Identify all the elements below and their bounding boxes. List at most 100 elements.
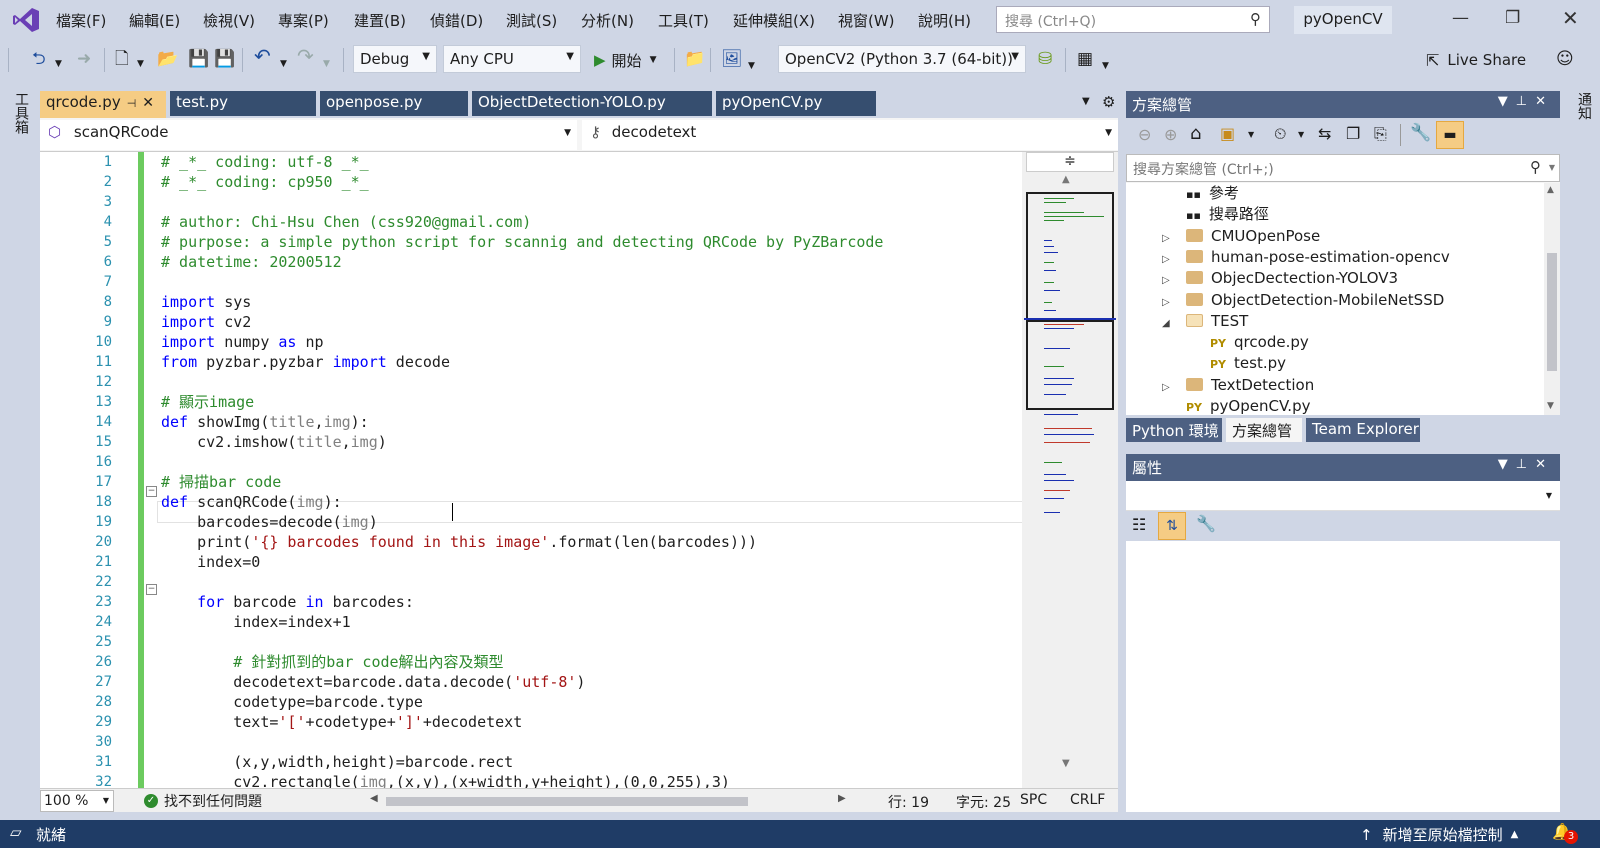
feedback-icon[interactable]: ☺ [1556,49,1574,69]
notifications-button[interactable]: 🔔 3 [1552,822,1578,844]
menu-view[interactable]: 檢視(V) [203,10,255,31]
pin-icon[interactable]: ⊣ [127,97,137,110]
toolbar-overflow-icon[interactable]: ▼ [1102,56,1109,76]
tab-team-explorer[interactable]: Team Explorer [1306,418,1420,442]
solution-search-input[interactable]: 搜尋方案總管 (Ctrl+;) ⚲ ▼ [1126,154,1560,182]
redo-dropdown-icon[interactable]: ▼ [323,54,330,74]
tab-pyopencv[interactable]: pyOpenCV.py [716,91,876,116]
save-all-icon[interactable]: 💾 [214,49,235,69]
restore-icon[interactable]: ❐ [1505,8,1520,28]
scroll-up-icon[interactable]: ▲ [1062,174,1070,185]
map-viewport[interactable] [1026,320,1114,410]
property-pages-icon[interactable]: 🔧 [1196,514,1216,533]
tree-scroll-thumb[interactable] [1547,253,1557,371]
tree-item[interactable]: PY test.py [1210,353,1286,375]
tree-item[interactable]: ▷ CMUOpenPose [1162,226,1320,249]
tree-item[interactable]: ▷ ObjectDetection-MobileNetSSD [1162,290,1444,313]
environment-package-icon[interactable]: ⛁ [1038,49,1052,69]
undo-icon[interactable]: ↶ [254,46,271,66]
tab-objectdetection-yolo[interactable]: ObjectDetection-YOLO.py [472,91,712,116]
column-indicator[interactable]: 字元: 25 [956,792,1011,812]
menu-build[interactable]: 建置(B) [354,10,406,31]
split-handle-icon[interactable]: ≑ [1026,152,1114,172]
save-icon[interactable]: 💾 [188,49,209,69]
toolbox-tab[interactable]: 工具箱 [11,92,31,134]
horizontal-scrollbar-thumb[interactable] [386,797,748,806]
menu-file[interactable]: 檔案(F) [56,10,106,31]
start-dropdown-icon[interactable]: ▼ [650,55,657,65]
interactive-dropdown-icon[interactable]: ▼ [748,56,755,76]
tree-item[interactable]: ▪▪ 搜尋路徑 [1186,204,1269,226]
scroll-left-icon[interactable]: ◀ [370,793,378,804]
pin-icon[interactable]: ⊥ [1516,457,1535,472]
scope-dropdown[interactable]: ⬡ scanQRCode ▼ [40,120,577,150]
forward-icon[interactable]: ⊕ [1164,125,1177,144]
preview-selected-icon[interactable]: ▬ [1436,121,1464,149]
tab-solution-explorer[interactable]: 方案總管 [1226,418,1302,442]
tree-item[interactable]: ▷ TextDetection [1162,375,1314,398]
undo-dropdown-icon[interactable]: ▼ [280,54,287,74]
line-indicator[interactable]: 行: 19 [888,792,929,812]
code-editor[interactable]: 1 2 3 4 5 6 7 8 9 10 11 12 13 14 15 16 17 18 19 20 21 22 23 24 2… [40,152,1118,788]
zoom-dropdown[interactable]: 100 % ▼ [40,790,114,812]
sync-icon[interactable]: ⇆ [1318,124,1331,143]
close-icon[interactable]: ✕ [142,95,154,111]
close-icon[interactable]: ✕ [1535,94,1554,109]
tree-item[interactable]: ▪▪ 參考 [1186,183,1239,205]
tree-item[interactable]: PY pyOpenCV.py [1186,396,1310,415]
properties-object-dropdown[interactable]: ▼ [1126,481,1560,511]
pin-icon[interactable]: ⊥ [1516,94,1535,109]
open-folder-icon[interactable]: 📁 [684,49,705,69]
python-environment-dropdown[interactable]: OpenCV2 (Python 3.7 (64-bit)) ▼ [778,45,1026,73]
expand-arrow-icon[interactable]: ▷ [1162,249,1176,270]
collapse-icon[interactable]: − [146,584,157,595]
back-dropdown-icon[interactable]: ▼ [55,54,62,74]
tree-item[interactable]: ▷ human-pose-estimation-opencv [1162,247,1450,270]
expand-arrow-icon[interactable]: ▷ [1162,292,1176,313]
scroll-down-icon[interactable]: ▼ [1547,401,1554,411]
expand-arrow-icon[interactable]: ▷ [1162,377,1176,398]
menu-tools[interactable]: 工具(T) [658,10,709,31]
add-to-source-control-button[interactable]: ↑ 新增至原始檔控制 ▲ [1360,824,1518,845]
gear-icon[interactable]: ⚙ [1102,93,1115,111]
collapse-arrow-icon[interactable]: ◢ [1162,313,1176,334]
switch-views-icon[interactable]: ▣ [1220,124,1235,143]
collapse-icon[interactable]: − [146,486,157,497]
tree-item[interactable]: ◢ TEST [1162,311,1248,334]
tree-item[interactable]: PY qrcode.py [1210,332,1309,354]
minimize-icon[interactable]: — [1452,8,1469,28]
expand-arrow-icon[interactable]: ▷ [1162,228,1176,249]
notifications-tab[interactable]: 通知 [1574,92,1594,120]
menu-extensions[interactable]: 延伸模組(X) [733,10,815,31]
show-all-files-icon[interactable]: ⎘ [1374,124,1387,144]
pending-dropdown-icon[interactable]: ▼ [1298,130,1304,139]
start-debugging-button[interactable]: ▶ 開始 ▼ [594,49,656,71]
menu-help[interactable]: 說明(H) [918,10,971,31]
close-icon[interactable]: ✕ [1535,457,1554,472]
issues-indicator[interactable]: ✓ 找不到任何問題 [144,791,262,811]
tab-openpose[interactable]: openpose.py [320,91,468,116]
tree-item[interactable]: ▷ ObjecDectection-YOLOV3 [1162,268,1398,291]
views-dropdown-icon[interactable]: ▼ [1248,130,1254,139]
menu-project[interactable]: 專案(P) [278,10,329,31]
back-icon[interactable]: ⊖ [1138,125,1151,144]
solution-platform-dropdown[interactable]: Any CPU ▼ [443,45,581,73]
new-dropdown-icon[interactable]: ▼ [137,54,144,74]
navigate-forward-icon[interactable]: ➜ [77,49,91,69]
scroll-up-icon[interactable]: ▲ [1547,185,1554,195]
line-ending-indicator[interactable]: CRLF [1070,792,1105,808]
tab-list-dropdown-icon[interactable]: ▼ [1082,96,1090,107]
panel-menu-icon[interactable]: ▼ [1498,94,1516,109]
close-window-icon[interactable]: ✕ [1562,6,1579,30]
tab-python-environments[interactable]: Python 環境 [1126,418,1222,442]
scroll-right-icon[interactable]: ▶ [838,793,846,804]
menu-window[interactable]: 視窗(W) [838,10,895,31]
menu-test[interactable]: 測試(S) [506,10,557,31]
tab-test[interactable]: test.py [170,91,316,116]
menu-debug[interactable]: 偵錯(D) [430,10,483,31]
tab-qrcode[interactable]: qrcode.py ⊣ ✕ [40,91,166,118]
properties-wrench-icon[interactable]: 🔧 [1410,123,1431,143]
vertical-scrollbar-map[interactable]: ≑ ▲ ▼ [1022,152,1118,788]
member-dropdown[interactable]: ⚷ decodetext ▼ [582,120,1118,150]
collapse-all-icon[interactable]: ❐ [1346,124,1360,143]
